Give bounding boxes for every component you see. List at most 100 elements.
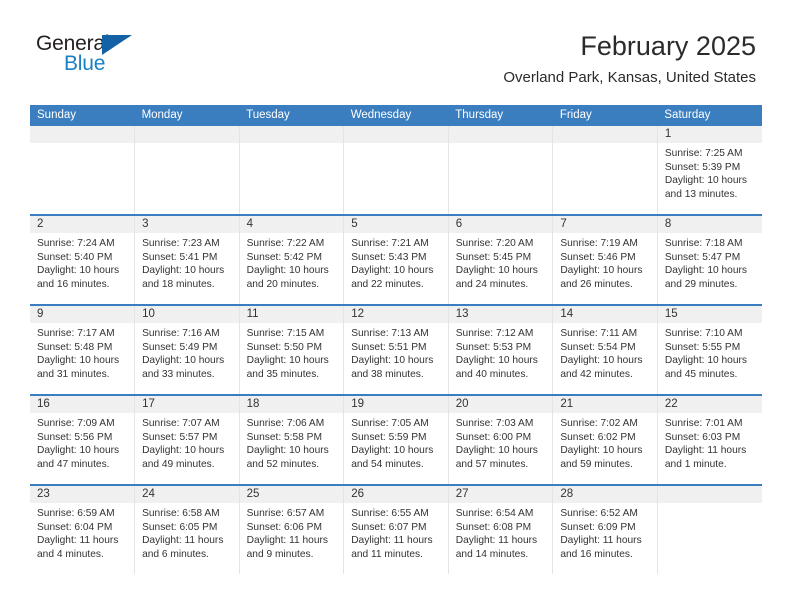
daylight-duration-line1: Daylight: 10 hours xyxy=(351,265,434,277)
calendar-day-cell[interactable]: 11 Sunrise: 7:15 AM Sunset: 5:50 PM Dayligh… xyxy=(238,304,344,395)
sunset-time: Sunset: 6:00 PM xyxy=(455,431,532,443)
daylight-duration-line1: Daylight: 10 hours xyxy=(455,355,538,367)
day-details: Sunrise: 7:12 AM Sunset: 5:53 PM Daylight:… xyxy=(449,323,553,381)
day-details: Sunrise: 7:21 AM Sunset: 5:43 PM Daylight:… xyxy=(344,233,448,291)
sunset-time: Sunset: 5:49 PM xyxy=(142,341,218,353)
calendar-day-cell[interactable]: 9 Sunrise: 7:17 AM Sunset: 5:48 PM Daylight… xyxy=(30,304,135,395)
sunrise-time: Sunrise: 7:20 AM xyxy=(455,238,534,249)
day-number: 4 xyxy=(239,216,344,233)
calendar-day-cell-empty xyxy=(447,126,553,215)
calendar-day-cell-empty xyxy=(238,126,344,215)
column-header-sunday: Sunday xyxy=(30,105,135,126)
calendar-day-cell[interactable]: 2 Sunrise: 7:24 AM Sunset: 5:40 PM Daylight… xyxy=(30,214,135,305)
daylight-duration-line2: and 11 minutes. xyxy=(351,548,423,560)
calendar-day-cell[interactable]: 4 Sunrise: 7:22 AM Sunset: 5:42 PM Daylight… xyxy=(238,214,344,305)
calendar-day-cell[interactable]: 5 Sunrise: 7:21 AM Sunset: 5:43 PM Daylight… xyxy=(343,214,449,305)
calendar-day-cell-empty xyxy=(134,126,240,215)
sunrise-time: Sunrise: 7:09 AM xyxy=(37,418,115,429)
sunset-time: Sunset: 5:55 PM xyxy=(664,341,741,353)
day-number xyxy=(553,126,657,143)
page-title: February 2025 xyxy=(580,31,756,61)
sunset-time: Sunset: 5:57 PM xyxy=(142,431,218,443)
calendar-day-cell[interactable]: 25 Sunrise: 6:57 AM Sunset: 6:06 PM Dayligh… xyxy=(238,484,344,574)
sunset-time: Sunset: 5:59 PM xyxy=(351,431,427,443)
day-details: Sunrise: 6:54 AM Sunset: 6:08 PM Daylight:… xyxy=(449,503,553,561)
day-details: Sunrise: 7:24 AM Sunset: 5:40 PM Daylight:… xyxy=(30,233,134,291)
calendar-day-cell[interactable]: 20 Sunrise: 7:03 AM Sunset: 6:00 PM Dayligh… xyxy=(447,394,553,485)
day-details: Sunrise: 7:25 AM Sunset: 5:39 PM Daylight:… xyxy=(658,143,762,201)
daylight-duration-line1: Daylight: 11 hours xyxy=(560,535,642,547)
day-number: 6 xyxy=(448,216,553,233)
sunset-time: Sunset: 5:54 PM xyxy=(560,341,636,353)
daylight-duration-line1: Daylight: 11 hours xyxy=(664,445,747,457)
calendar-day-cell[interactable]: 27 Sunrise: 6:54 AM Sunset: 6:08 PM Dayligh… xyxy=(447,484,553,574)
day-number: 8 xyxy=(657,216,762,233)
calendar-day-cell[interactable]: 8 Sunrise: 7:18 AM Sunset: 5:47 PM Daylight… xyxy=(656,214,762,305)
sunset-time: Sunset: 6:09 PM xyxy=(560,521,636,533)
daylight-duration-line2: and 16 minutes. xyxy=(560,548,633,560)
calendar-week-row: 1 Sunrise: 7:25 AM Sunset: 5:39 PM Daylight… xyxy=(30,126,762,215)
daylight-duration-line1: Daylight: 11 hours xyxy=(455,535,538,547)
daylight-duration-line2: and 6 minutes. xyxy=(142,548,209,560)
calendar-day-cell[interactable]: 21 Sunrise: 7:02 AM Sunset: 6:02 PM Dayligh… xyxy=(552,394,658,485)
weekday-header-row: Sunday Monday Tuesday Wednesday Thursday… xyxy=(30,105,762,126)
sunset-time: Sunset: 5:47 PM xyxy=(664,251,741,263)
calendar-day-cell[interactable]: 14 Sunrise: 7:11 AM Sunset: 5:54 PM Dayligh… xyxy=(552,304,658,395)
calendar-day-cell[interactable]: 23 Sunrise: 6:59 AM Sunset: 6:04 PM Dayligh… xyxy=(30,484,135,574)
day-details: Sunrise: 7:18 AM Sunset: 5:47 PM Daylight:… xyxy=(658,233,762,291)
calendar-day-cell[interactable]: 22 Sunrise: 7:01 AM Sunset: 6:03 PM Dayligh… xyxy=(656,394,762,485)
column-header-tuesday: Tuesday xyxy=(239,105,344,126)
sunrise-time: Sunrise: 6:54 AM xyxy=(455,508,534,519)
sunrise-time: Sunrise: 7:22 AM xyxy=(246,238,325,249)
calendar-day-cell[interactable]: 16 Sunrise: 7:09 AM Sunset: 5:56 PM Dayligh… xyxy=(30,394,135,485)
calendar-day-cell[interactable]: 19 Sunrise: 7:05 AM Sunset: 5:59 PM Dayligh… xyxy=(343,394,449,485)
calendar-day-cell[interactable]: 7 Sunrise: 7:19 AM Sunset: 5:46 PM Daylight… xyxy=(552,214,658,305)
sunrise-time: Sunrise: 7:02 AM xyxy=(560,418,638,429)
calendar-day-cell[interactable]: 6 Sunrise: 7:20 AM Sunset: 5:45 PM Daylight… xyxy=(447,214,553,305)
day-number: 22 xyxy=(657,396,762,413)
calendar-day-cell[interactable]: 12 Sunrise: 7:13 AM Sunset: 5:51 PM Dayligh… xyxy=(343,304,449,395)
calendar-day-cell[interactable]: 3 Sunrise: 7:23 AM Sunset: 5:41 PM Daylight… xyxy=(134,214,240,305)
calendar-day-cell[interactable]: 13 Sunrise: 7:12 AM Sunset: 5:53 PM Dayligh… xyxy=(447,304,553,395)
calendar-day-cell[interactable]: 24 Sunrise: 6:58 AM Sunset: 6:05 PM Dayligh… xyxy=(134,484,240,574)
day-number: 2 xyxy=(30,216,135,233)
calendar-day-cell-empty xyxy=(30,126,135,215)
sunrise-time: Sunrise: 7:15 AM xyxy=(246,328,325,339)
sunset-time: Sunset: 5:41 PM xyxy=(142,251,218,263)
daylight-duration-line2: and 40 minutes. xyxy=(455,368,529,380)
sunset-time: Sunset: 5:56 PM xyxy=(37,431,113,443)
general-blue-logo[interactable]: General Blue xyxy=(36,32,146,78)
daylight-duration-line2: and 47 minutes. xyxy=(37,458,110,470)
sunset-time: Sunset: 5:48 PM xyxy=(37,341,113,353)
day-number: 21 xyxy=(553,396,657,413)
daylight-duration-line2: and 13 minutes. xyxy=(664,188,738,200)
sunset-time: Sunset: 5:50 PM xyxy=(246,341,322,353)
calendar-day-cell[interactable]: 17 Sunrise: 7:07 AM Sunset: 5:57 PM Dayligh… xyxy=(134,394,240,485)
daylight-duration-line2: and 42 minutes. xyxy=(560,368,633,380)
sunrise-time: Sunrise: 7:21 AM xyxy=(351,238,429,249)
calendar-day-cell-empty xyxy=(552,126,658,215)
daylight-duration-line1: Daylight: 10 hours xyxy=(664,355,747,367)
calendar-day-cell[interactable]: 1 Sunrise: 7:25 AM Sunset: 5:39 PM Daylight… xyxy=(656,126,762,215)
day-number: 27 xyxy=(448,486,553,503)
daylight-duration-line2: and 26 minutes. xyxy=(560,278,633,290)
day-details: Sunrise: 7:01 AM Sunset: 6:03 PM Daylight:… xyxy=(658,413,762,471)
daylight-duration-line1: Daylight: 10 hours xyxy=(351,355,434,367)
day-details: Sunrise: 7:13 AM Sunset: 5:51 PM Daylight:… xyxy=(344,323,448,381)
calendar-day-cell[interactable]: 15 Sunrise: 7:10 AM Sunset: 5:55 PM Dayligh… xyxy=(656,304,762,395)
sunrise-time: Sunrise: 7:07 AM xyxy=(142,418,220,429)
calendar-day-cell[interactable]: 26 Sunrise: 6:55 AM Sunset: 6:07 PM Dayligh… xyxy=(343,484,449,574)
calendar-day-cell[interactable]: 28 Sunrise: 6:52 AM Sunset: 6:09 PM Dayligh… xyxy=(552,484,658,574)
day-number: 28 xyxy=(553,486,657,503)
day-number xyxy=(239,126,344,143)
sunset-time: Sunset: 5:58 PM xyxy=(246,431,322,443)
day-number: 7 xyxy=(553,216,657,233)
daylight-duration-line2: and 18 minutes. xyxy=(142,278,215,290)
day-details: Sunrise: 6:57 AM Sunset: 6:06 PM Daylight:… xyxy=(240,503,344,561)
daylight-duration-line1: Daylight: 10 hours xyxy=(246,355,329,367)
day-details: Sunrise: 7:11 AM Sunset: 5:54 PM Daylight:… xyxy=(553,323,657,381)
daylight-duration-line1: Daylight: 10 hours xyxy=(664,265,747,277)
calendar-day-cell[interactable]: 18 Sunrise: 7:06 AM Sunset: 5:58 PM Dayligh… xyxy=(238,394,344,485)
calendar-day-cell[interactable]: 10 Sunrise: 7:16 AM Sunset: 5:49 PM Dayligh… xyxy=(134,304,240,395)
day-number xyxy=(135,126,239,143)
